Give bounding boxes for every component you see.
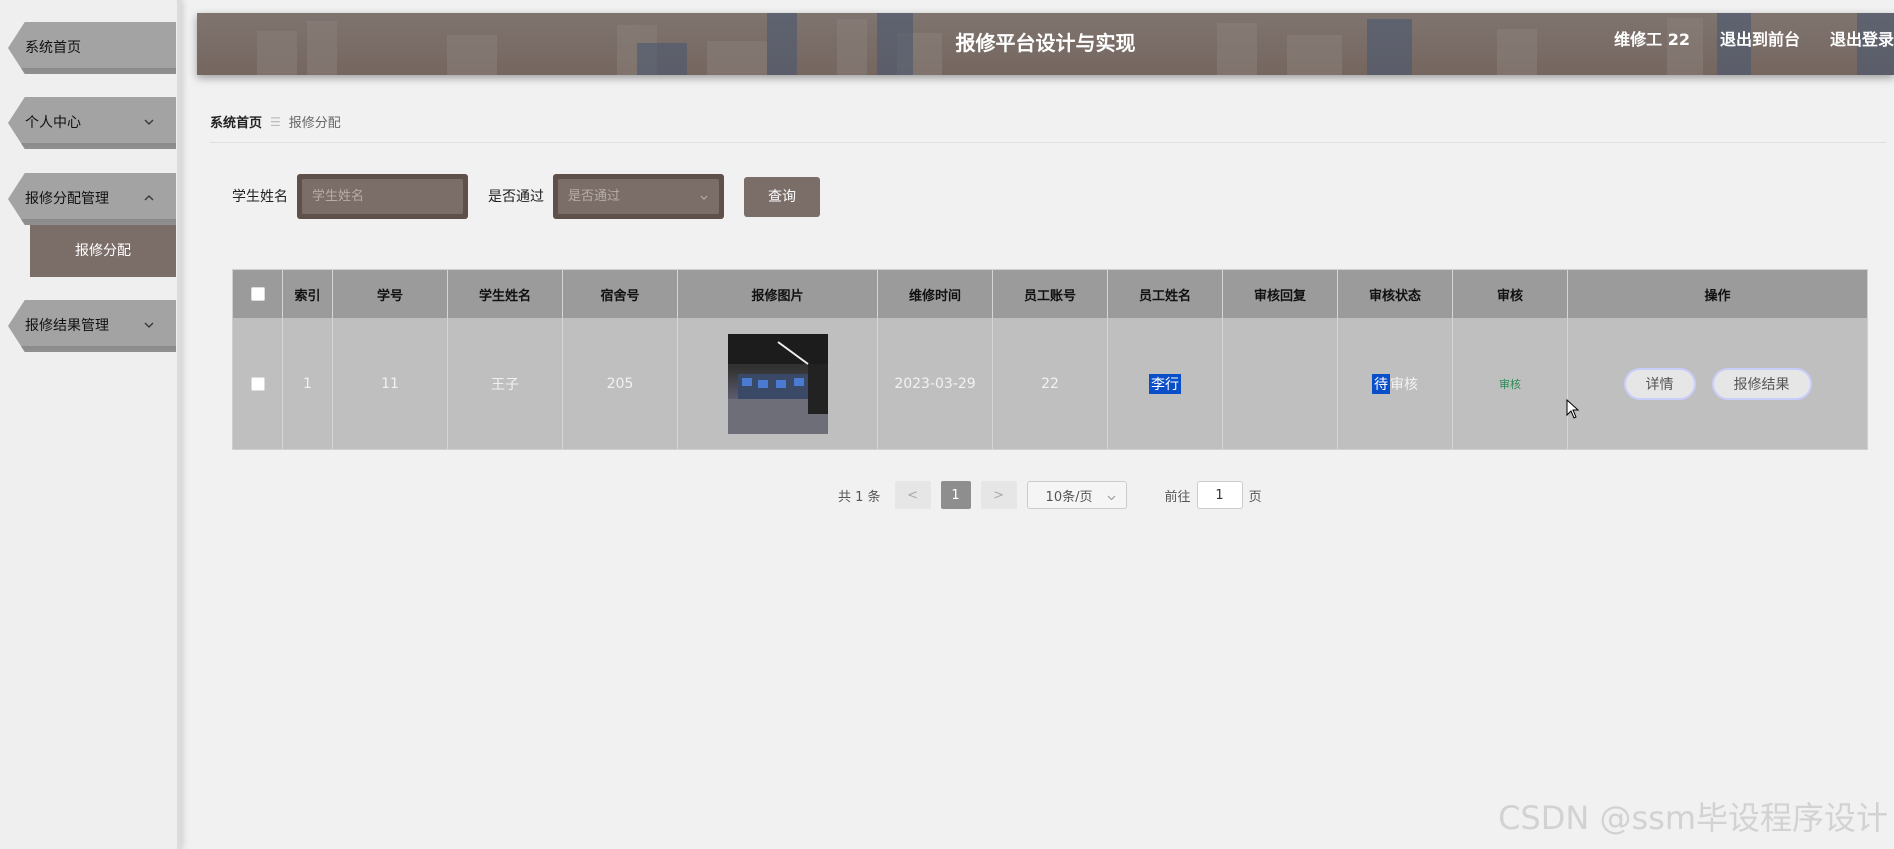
header-student-name: 学生姓名 [448,270,563,318]
header-actions: 操作 [1704,288,1731,304]
cell-repair-time: 2023-03-29 [878,318,993,449]
header-audit-reply: 审核回复 [1223,270,1338,318]
chevron-down-icon [142,115,156,129]
goto-unit: 页 [1248,489,1262,505]
watermark: CSDN @ssm毕设程序设计 [1498,799,1888,837]
next-page-button[interactable]: > [980,481,1017,509]
mouse-cursor-icon [1566,399,1580,419]
cell-audit-status: 待审核 [1338,318,1453,449]
pass-status-select-wrapper [553,174,724,219]
sidebar-item-label: 报修分配管理 [25,191,109,207]
prev-page-button[interactable]: < [894,481,931,509]
cell-student-name: 王子 [448,318,563,449]
pass-status-label: 是否通过 [488,189,544,205]
student-name-input-wrapper [297,174,468,219]
sidebar-item-personal-center[interactable]: 个人中心 [8,97,176,149]
page-size-value: 10条/页 [1045,489,1093,505]
chevron-up-icon [142,191,156,205]
breadcrumb-separator-icon: ☰ [270,114,281,129]
breadcrumb-home[interactable]: 系统首页 [210,112,262,131]
table-row: 1 11 王子 205 2023-03-29 22 李行 待 审核 审核 详情 … [233,318,1867,449]
divider [210,142,1886,143]
header-staff-account: 员工账号 [993,270,1108,318]
student-name-input[interactable] [302,179,463,214]
back-to-front-link[interactable]: 退出到前台 [1720,26,1800,50]
sidebar-item-label: 个人中心 [25,115,81,131]
cell-staff-account: 22 [993,318,1108,449]
header-audit-status: 审核状态 [1338,270,1453,318]
table-header: 索引 学号 学生姓名 宿舍号 报修图片 维修时间 员工账号 员工姓名 审核回复 … [233,270,1867,318]
header-repair-image: 报修图片 [678,270,878,318]
header-student-id: 学号 [333,270,448,318]
sidebar-item-label: 报修结果管理 [25,318,109,334]
header-staff-name: 员工姓名 [1108,270,1223,318]
header-audit: 审核 [1453,270,1568,318]
staff-name-text: 李行 [1149,373,1181,394]
query-button[interactable]: 查询 [744,177,820,217]
repair-image-thumbnail[interactable] [727,333,828,434]
audit-status-text: 审核 [1390,376,1418,393]
repair-assign-table: 索引 学号 学生姓名 宿舍号 报修图片 维修时间 员工账号 员工姓名 审核回复 … [232,269,1868,450]
goto-page-input[interactable]: 1 [1196,481,1243,509]
current-user-label: 维修工 22 [1614,30,1690,49]
detail-button[interactable]: 详情 [1623,367,1696,400]
breadcrumb-current: 报修分配 [288,116,341,131]
header-repair-time: 维修时间 [878,270,993,318]
sidebar-item-home[interactable]: 系统首页 [8,22,176,74]
sidebar-subitem-repair-assign[interactable]: 报修分配 [30,225,176,277]
cell-student-id: 11 [333,318,448,449]
pagination-total: 共 1 条 [838,489,881,505]
chevron-down-icon [1107,491,1116,501]
select-all-cell [233,270,283,318]
chevron-down-icon [699,191,709,201]
goto-label: 前往 [1164,489,1191,505]
cell-dorm: 205 [563,318,678,449]
cell-audit: 审核 [1453,318,1568,449]
cell-audit-reply [1223,318,1338,449]
pass-status-select[interactable] [558,179,719,214]
sidebar-item-repair-assign-manage[interactable]: 报修分配管理 [8,173,176,225]
cell-repair-image [678,318,878,449]
top-header: 报修平台设计与实现 维修工 22 退出到前台 退出登录 [197,13,1894,75]
pagination: 共 1 条 < 1 > 10条/页 前往 1 页 [838,480,1262,510]
audit-link[interactable]: 审核 [1499,376,1521,392]
page-number-current[interactable]: 1 [940,481,971,509]
row-select-cell [233,318,283,449]
page-size-select[interactable]: 10条/页 [1026,481,1127,509]
header-dorm: 宿舍号 [563,270,678,318]
sidebar-item-repair-result-manage[interactable]: 报修结果管理 [8,300,176,352]
header-index: 索引 [283,270,333,318]
logout-link[interactable]: 退出登录 [1830,26,1894,50]
chevron-down-icon [142,318,156,332]
select-all-checkbox[interactable] [250,287,265,301]
cell-index: 1 [283,318,333,449]
sidebar: 系统首页 个人中心 报修分配管理 报修分配 报修结果管理 [0,0,181,849]
header-user-actions: 维修工 22 退出到前台 退出登录 [1614,13,1894,63]
row-checkbox[interactable] [250,376,265,391]
audit-status-highlight: 待 [1372,373,1390,394]
repair-result-button[interactable]: 报修结果 [1711,367,1812,400]
breadcrumb: 系统首页 ☰ 报修分配 [210,112,341,132]
sidebar-item-label: 系统首页 [25,40,81,56]
cell-actions: 详情 报修结果 [1568,318,1867,449]
cell-staff-name: 李行 [1108,318,1223,449]
student-name-label: 学生姓名 [232,189,288,205]
